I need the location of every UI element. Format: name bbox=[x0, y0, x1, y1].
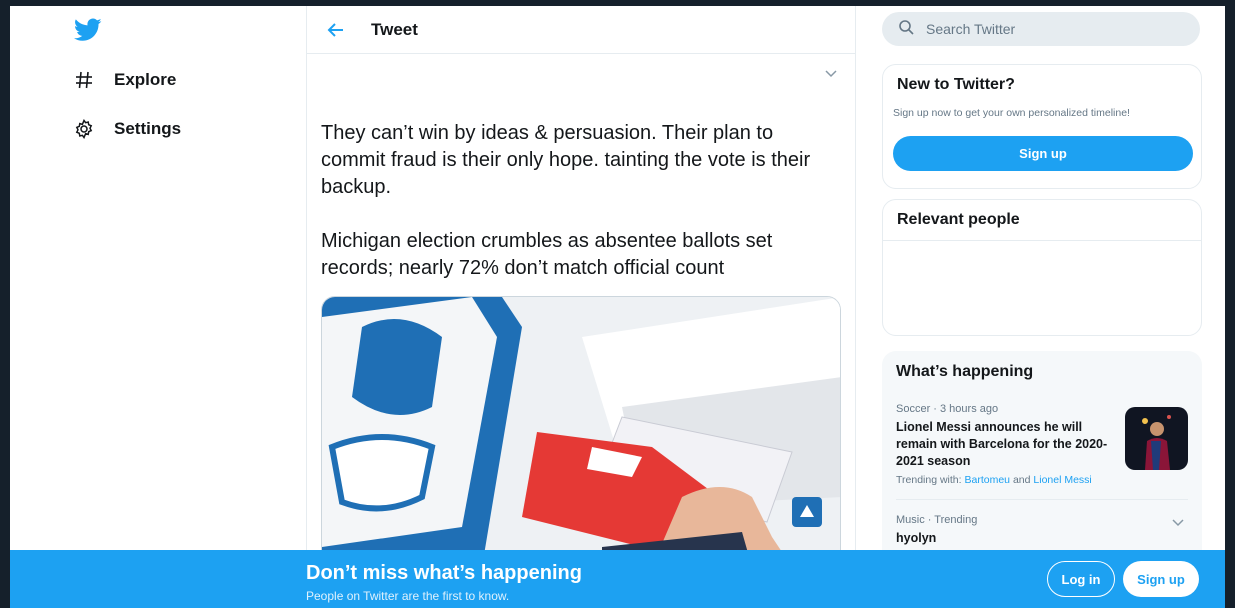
trend-thumbnail bbox=[1125, 407, 1188, 470]
tweet-column: Tweet They can’t win by ideas & persuasi… bbox=[306, 6, 856, 608]
banner-title: Don’t miss what’s happening bbox=[306, 562, 582, 584]
trend-related: Trending with: Bartomeu and Lionel Messi bbox=[896, 474, 1188, 486]
card-title: Relevant people bbox=[897, 211, 1020, 228]
tweet-paragraph: They can’t win by ideas & persuasion. Th… bbox=[321, 122, 811, 198]
right-sidebar: New to Twitter? Sign up now to get your … bbox=[882, 6, 1202, 608]
search-icon bbox=[898, 19, 914, 40]
trend-item[interactable]: Soccer · 3 hours ago Lionel Messi announ… bbox=[896, 403, 1188, 486]
signup-banner: Don’t miss what’s happening People on Tw… bbox=[10, 550, 1225, 608]
card-title: What’s happening bbox=[896, 363, 1034, 380]
tweet-header: Tweet bbox=[307, 6, 855, 54]
nav-item-explore[interactable]: Explore bbox=[72, 68, 176, 92]
nav-item-label: Settings bbox=[114, 119, 182, 138]
trend-item[interactable]: Music · Trending hyolyn bbox=[896, 514, 1188, 547]
nav-item-label: Explore bbox=[114, 70, 177, 89]
browser-viewport: Explore Settings Tweet They can’t win by… bbox=[10, 6, 1225, 608]
tweet-paragraph: Michigan election crumbles as absentee b… bbox=[321, 230, 773, 279]
divider bbox=[883, 240, 1201, 241]
tweet-text: They can’t win by ideas & persuasion. Th… bbox=[321, 120, 831, 309]
signup-button[interactable]: Sign up bbox=[1123, 561, 1199, 597]
chevron-down-icon[interactable] bbox=[1172, 514, 1188, 530]
divider bbox=[896, 499, 1188, 500]
sidebar-signup-button[interactable]: Sign up bbox=[893, 136, 1193, 171]
trend-related-prefix: Trending with: bbox=[896, 474, 962, 486]
tweet-image[interactable] bbox=[321, 296, 841, 566]
trend-related-and: and bbox=[1012, 474, 1031, 486]
twitter-logo-icon[interactable] bbox=[73, 18, 102, 42]
trend-headline: Lionel Messi announces he will remain wi… bbox=[896, 420, 1108, 468]
nav-item-settings[interactable]: Settings bbox=[72, 117, 181, 141]
trend-headline: hyolyn bbox=[896, 531, 937, 545]
new-to-twitter-card: New to Twitter? Sign up now to get your … bbox=[882, 64, 1202, 189]
trend-link-bartomeu[interactable]: Bartomeu bbox=[964, 474, 1010, 486]
search-box[interactable] bbox=[882, 12, 1200, 46]
trend-link-lionel-messi[interactable]: Lionel Messi bbox=[1033, 474, 1091, 486]
login-button[interactable]: Log in bbox=[1047, 561, 1115, 597]
gear-icon bbox=[72, 117, 96, 141]
card-title: New to Twitter? bbox=[897, 76, 1015, 93]
hashtag-icon bbox=[72, 68, 96, 92]
banner-subtitle: People on Twitter are the first to know. bbox=[306, 589, 510, 603]
left-navigation: Explore Settings bbox=[10, 6, 306, 608]
relevant-people-card: Relevant people bbox=[882, 199, 1202, 336]
trend-meta: Music · Trending bbox=[896, 514, 978, 526]
search-input[interactable] bbox=[926, 21, 1176, 37]
chevron-down-icon[interactable] bbox=[821, 64, 841, 84]
card-subtitle: Sign up now to get your own personalized… bbox=[893, 107, 1130, 119]
back-arrow-icon[interactable] bbox=[321, 15, 351, 45]
page-title: Tweet bbox=[371, 19, 418, 39]
